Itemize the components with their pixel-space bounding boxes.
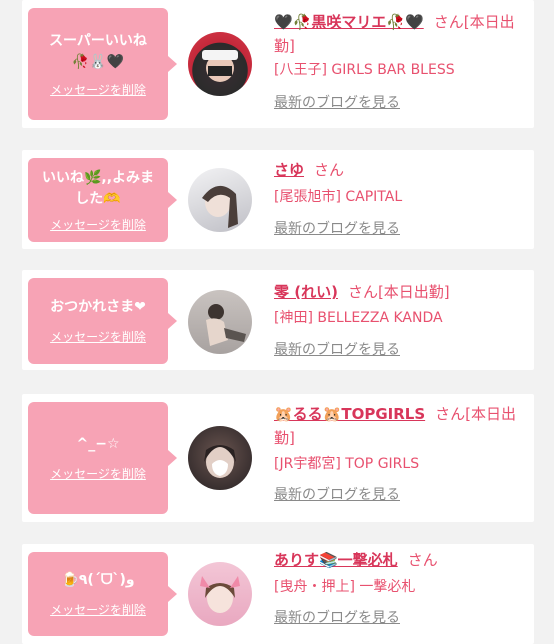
delete-message-link[interactable]: メッセージを削除 — [50, 81, 146, 98]
name-suffix: さん — [314, 161, 345, 179]
delete-message-link[interactable]: メッセージを削除 — [50, 465, 146, 482]
delete-message-link[interactable]: メッセージを削除 — [50, 216, 146, 233]
girl-name-link[interactable]: 🖤🥀黒咲マリエ🥀🖤 — [274, 13, 424, 31]
girl-info: 🐹るる🐹TOPGIRLS さん[本日出勤] [JR宇都宮] TOP GIRLS 最… — [274, 402, 526, 506]
message-text: おつかれさま❤ — [50, 299, 146, 315]
avatar-image — [200, 576, 240, 613]
shop-name: [曳舟・押上] 一撃必札 — [274, 579, 416, 595]
girl-info: 🖤🥀黒咲マリエ🥀🖤 さん[本日出勤] [八王子] GIRLS BAR BLESS … — [274, 10, 526, 114]
shop-name: [尾張旭市] CAPITAL — [274, 189, 403, 205]
girl-name-link[interactable]: さゆ — [274, 161, 304, 179]
avatar-image — [202, 185, 238, 228]
avatar-image — [206, 304, 246, 346]
avatar[interactable] — [188, 562, 252, 626]
latest-blog-link[interactable]: 最新のブログを見る — [274, 484, 526, 506]
latest-blog-link[interactable]: 最新のブログを見る — [274, 339, 526, 361]
girl-info: さゆ さん [尾張旭市] CAPITAL 最新のブログを見る — [274, 158, 526, 240]
message-bubble: おつかれさま❤ メッセージを削除 — [28, 278, 177, 364]
avatar[interactable] — [188, 32, 252, 96]
shop-name: [八王子] GIRLS BAR BLESS — [274, 62, 455, 78]
message-text: いいね🌿,,よみました🫶 — [41, 169, 155, 207]
message-text: スーパーいいね🥀🐰🖤 — [49, 32, 147, 70]
girl-name-link[interactable]: 🐹るる🐹TOPGIRLS — [274, 405, 425, 423]
name-suffix: さん — [407, 551, 438, 569]
girl-name-link[interactable]: 零 (れい) — [274, 283, 338, 301]
message-card: ^_−☆ メッセージを削除 🐹るる🐹TOPGIRLS さん[本日出勤] [JR宇都… — [22, 394, 534, 522]
girl-info: ありす📚一撃必札 さん [曳舟・押上] 一撃必札 最新のブログを見る — [274, 548, 526, 629]
message-card: 🍺٩(ˊᗜˋ)و メッセージを削除 ありす📚一撃必札 さん [曳舟・押上] 一撃必… — [22, 544, 534, 644]
message-card: スーパーいいね🥀🐰🖤 メッセージを削除 🖤🥀黒咲マリエ🥀🖤 さん[本日出勤] [八… — [22, 0, 534, 128]
delete-message-link[interactable]: メッセージを削除 — [50, 601, 146, 618]
shop-name: [JR宇都宮] TOP GIRLS — [274, 456, 420, 472]
message-card: いいね🌿,,よみました🫶 メッセージを削除 さゆ さん [尾張旭市] CAPITA… — [22, 150, 534, 249]
avatar-image — [204, 445, 236, 478]
message-bubble: スーパーいいね🥀🐰🖤 メッセージを削除 — [28, 8, 177, 120]
avatar[interactable] — [188, 168, 252, 232]
shop-name: [神田] BELLEZZA KANDA — [274, 310, 443, 326]
message-card: おつかれさま❤ メッセージを削除 零 (れい) さん[本日出勤] [神田] BEL… — [22, 270, 534, 370]
avatar-image — [202, 50, 238, 82]
girl-name-link[interactable]: ありす📚一撃必札 — [274, 551, 398, 569]
avatar[interactable] — [188, 426, 252, 490]
message-bubble: いいね🌿,,よみました🫶 メッセージを削除 — [28, 158, 177, 242]
latest-blog-link[interactable]: 最新のブログを見る — [274, 607, 526, 629]
latest-blog-link[interactable]: 最新のブログを見る — [274, 218, 526, 240]
message-bubble: 🍺٩(ˊᗜˋ)و メッセージを削除 — [28, 552, 177, 636]
delete-message-link[interactable]: メッセージを削除 — [50, 328, 146, 345]
avatar[interactable] — [188, 290, 252, 354]
message-text: 🍺٩(ˊᗜˋ)و — [61, 572, 135, 588]
message-bubble: ^_−☆ メッセージを削除 — [28, 402, 177, 514]
latest-blog-link[interactable]: 最新のブログを見る — [274, 92, 526, 114]
name-suffix: さん[本日出勤] — [347, 283, 450, 301]
message-text: ^_−☆ — [76, 436, 120, 452]
girl-info: 零 (れい) さん[本日出勤] [神田] BELLEZZA KANDA 最新のブロ… — [274, 280, 526, 361]
